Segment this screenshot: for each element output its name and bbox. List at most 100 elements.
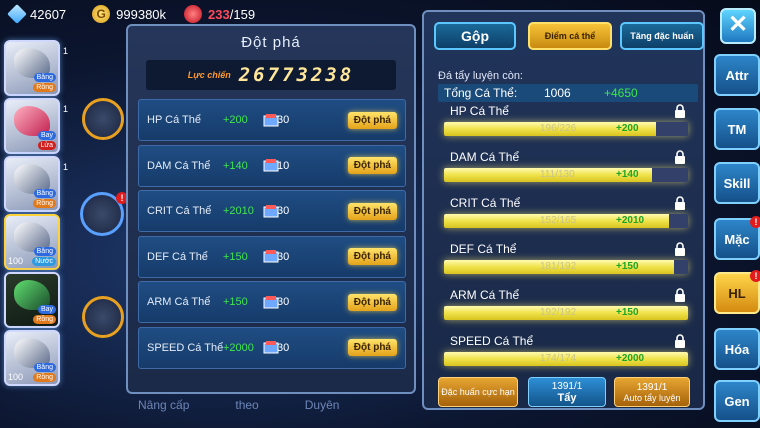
lock-icon[interactable]: [674, 288, 686, 302]
tab-nang-cap[interactable]: Nâng cấp: [138, 398, 189, 412]
stat-name: ARM Cá Thể: [147, 296, 211, 308]
character-level: 1: [62, 46, 68, 56]
character-level: 100: [8, 256, 24, 266]
energy-current: 233: [208, 6, 230, 22]
character-card[interactable]: 1 Băng Rồng: [4, 40, 68, 96]
stat-name: DEF Cá Thể: [450, 242, 517, 256]
character-card[interactable]: 100 Băng Rồng: [4, 330, 60, 386]
breakthrough-button[interactable]: Đột phá: [347, 111, 397, 129]
stat-name: HP Cá Thể: [450, 104, 509, 118]
refine-button[interactable]: 1391/1 Tẩy: [528, 377, 606, 407]
character-card[interactable]: Bay Rồng: [4, 272, 60, 328]
stat-progress-row: CRIT Cá Thể 152/165 +2010: [440, 196, 690, 238]
side-btn-attr[interactable]: Attr: [714, 54, 760, 96]
breakthrough-button[interactable]: Đột phá: [347, 248, 397, 265]
tab-theo[interactable]: theo: [235, 398, 258, 412]
stat-progress-row: ARM Cá Thể 192/192 +150: [440, 288, 690, 330]
auto-refine-button[interactable]: 1391/1 Auto tẩy luyện: [614, 377, 690, 407]
auto-refine-count: 1391/1: [636, 381, 668, 393]
side-btn-gen[interactable]: Gen: [714, 380, 760, 422]
stat-progress-row: DAM Cá Thể 111/130 +140: [440, 150, 690, 192]
stat-progress-text: 174/174 +2000: [444, 352, 688, 366]
stat-progress-value: 192/192: [540, 307, 577, 318]
stat-name: DEF Cá Thể: [147, 250, 208, 263]
type-tag: Rồng: [33, 315, 56, 324]
bottom-tabs: Nâng cấp theo Duyên: [138, 398, 339, 412]
side-btn-tm[interactable]: TM: [714, 108, 760, 150]
character-level: 1: [62, 162, 68, 172]
character-card[interactable]: 1 Băng Rồng: [4, 156, 68, 212]
type-tag: Rồng: [33, 83, 56, 92]
equipment-slot[interactable]: [82, 296, 124, 338]
refine-label: Tẩy: [557, 391, 577, 404]
type-tag: Băng: [33, 247, 56, 256]
breakthrough-row: DEF Cá Thể +150 30 Đột phá: [138, 235, 406, 278]
tab-gop[interactable]: Gộp: [434, 22, 516, 50]
lock-icon[interactable]: [674, 334, 686, 348]
stat-cost: 30: [277, 250, 290, 263]
stat-name: DAM Cá Thể: [147, 159, 211, 172]
breakthrough-button[interactable]: Đột phá: [347, 339, 397, 356]
stat-progress-value: 152/165: [540, 215, 577, 226]
tab-duyen[interactable]: Duyên: [305, 398, 340, 412]
breakthrough-button[interactable]: Đột phá: [347, 157, 397, 174]
stat-progress-text: 192/192 +150: [444, 306, 688, 320]
refine-tabs: Gộp Điểm cá thể Tăng đặc huấn: [434, 22, 704, 52]
character-level: 1: [62, 104, 68, 114]
total-value: 1006: [544, 86, 571, 100]
energy-icon: [184, 5, 203, 23]
panel-title: Đột phá: [241, 34, 301, 51]
type-tag: Băng: [33, 73, 56, 82]
close-icon: ✕: [727, 11, 749, 38]
equipment-slot[interactable]: [82, 98, 124, 140]
character-card-selected[interactable]: 100 Băng Nước: [4, 214, 60, 270]
stat-bonus: +2010: [223, 205, 254, 217]
lock-icon[interactable]: [674, 196, 686, 210]
side-btn-hl[interactable]: HL !: [714, 270, 760, 314]
stat-progress-text: 111/130 +140: [444, 168, 688, 182]
combat-power-label: Lực chiến: [187, 70, 231, 80]
character-card[interactable]: 1 Bay Lửa: [4, 98, 68, 154]
side-btn-mac[interactable]: Mặc !: [714, 216, 760, 260]
type-tag: Bay: [37, 131, 56, 140]
stat-progress-bonus: +2000: [616, 353, 645, 364]
stat-cost: 30: [277, 114, 290, 126]
side-btn-mac-label: Mặc: [724, 231, 750, 247]
stat-cost: 10: [277, 159, 290, 172]
breakthrough-panel: Đột phá Lực chiến 26773238 HP Cá Thể +20…: [126, 24, 416, 394]
tab-tang-dac-huan[interactable]: Tăng đặc huấn: [620, 22, 704, 50]
refine-stone-label: Đá tẩy luyện còn:: [438, 70, 523, 82]
total-label: Tổng Cá Thể:: [444, 86, 518, 100]
breakthrough-list: HP Cá Thể +200 30 Đột phá DAM Cá Thể +14…: [138, 99, 406, 372]
tab-diem-ca-the[interactable]: Điểm cá thể: [528, 22, 612, 50]
lock-icon[interactable]: [674, 150, 686, 164]
stat-bonus: +150: [223, 250, 248, 263]
stat-progress-value: 111/130: [540, 169, 575, 180]
breakthrough-row: CRIT Cá Thể +2010 30 Đột phá: [138, 190, 406, 232]
character-level: 100: [8, 372, 24, 382]
side-btn-hoa[interactable]: Hóa: [714, 328, 760, 370]
stat-progress-row: HP Cá Thể 196/226 +200: [440, 104, 690, 146]
breakthrough-button[interactable]: Đột phá: [347, 202, 397, 220]
lock-icon[interactable]: [674, 242, 686, 256]
side-btn-hl-label: HL: [728, 285, 746, 301]
refine-stone-count: 1391/1: [551, 380, 583, 392]
stat-progress-value: 174/174: [540, 353, 577, 364]
notification-badge: !: [750, 270, 760, 282]
type-tag: Rồng: [33, 199, 56, 208]
gold-coin-icon: G: [92, 5, 111, 23]
lock-icon[interactable]: [674, 104, 686, 118]
gem-icon: [7, 4, 27, 24]
special-training-button[interactable]: Đặc huấn cực hạn: [438, 377, 518, 407]
character-list[interactable]: 1 Băng Rồng 1 Bay Lửa 1 Băng Rồng 100 Bă…: [0, 40, 72, 388]
side-btn-skill[interactable]: Skill: [714, 162, 760, 204]
stat-progress-text: 181/192 +150: [444, 260, 688, 274]
type-tag: Băng: [33, 189, 56, 198]
stat-cost: 30: [277, 205, 290, 217]
stat-progress-row: DEF Cá Thể 181/192 +150: [440, 242, 690, 284]
stat-name: HP Cá Thể: [147, 114, 202, 126]
stat-name: DAM Cá Thể: [450, 150, 520, 164]
breakthrough-button[interactable]: Đột phá: [347, 293, 397, 311]
close-button[interactable]: ✕: [720, 8, 756, 44]
breakthrough-row: ARM Cá Thể +150 30 Đột phá: [138, 281, 406, 323]
